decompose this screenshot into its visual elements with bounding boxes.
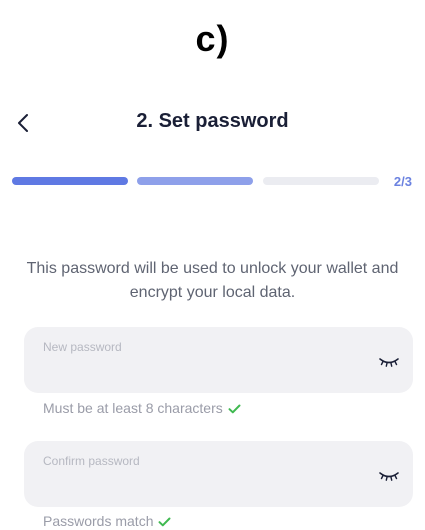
progress-segment-pending: [263, 177, 379, 185]
password-length-hint-text: Must be at least 8 characters: [43, 400, 223, 416]
passwords-match-hint-text: Passwords match: [43, 513, 154, 529]
page-title: 2. Set password: [136, 110, 289, 132]
panel-label: c): [195, 18, 230, 59]
new-password-field[interactable]: New password: [24, 327, 413, 393]
header-bar: 2. Set password: [0, 106, 425, 140]
new-password-placeholder: New password: [43, 340, 122, 354]
confirm-password-placeholder: Confirm password: [43, 454, 140, 468]
eye-closed-icon[interactable]: [378, 354, 400, 368]
check-icon: [228, 404, 241, 414]
password-length-hint: Must be at least 8 characters: [43, 400, 241, 416]
description-text: This password will be used to unlock you…: [26, 260, 399, 301]
confirm-password-field[interactable]: Confirm password: [24, 441, 413, 507]
progress-indicator: 2/3: [12, 174, 412, 189]
passwords-match-hint: Passwords match: [43, 513, 171, 529]
eye-closed-icon[interactable]: [378, 468, 400, 482]
progress-segment-current: [137, 177, 253, 185]
check-icon: [158, 517, 171, 527]
step-counter: 2/3: [393, 174, 412, 189]
progress-segment-completed: [12, 177, 128, 185]
